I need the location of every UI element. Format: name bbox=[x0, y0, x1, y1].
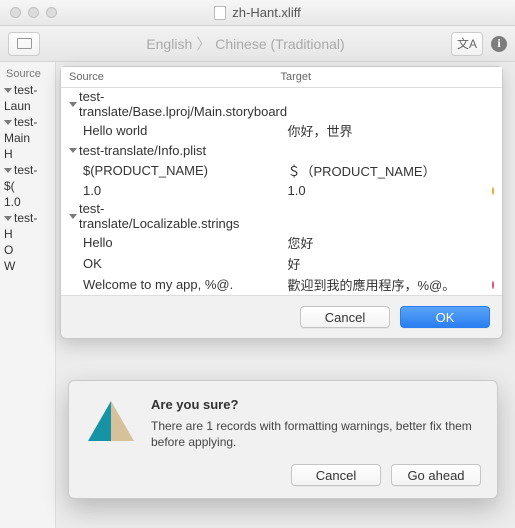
dialog-message: There are 1 records with formatting warn… bbox=[151, 418, 481, 450]
table-group[interactable]: test-translate/Base.lproj/Main.storyboar… bbox=[61, 88, 502, 120]
sidebar-item-label: test- bbox=[14, 211, 37, 225]
sidebar-item[interactable]: Laun bbox=[0, 98, 55, 114]
info-icon[interactable]: i bbox=[491, 36, 507, 52]
ok-button[interactable]: OK bbox=[400, 306, 490, 328]
table-group[interactable]: test-translate/Localizable.strings bbox=[61, 200, 502, 232]
cell-target: ＄（PRODUCT_NAME） bbox=[280, 160, 485, 181]
window-title: zh-Hant.xliff bbox=[0, 5, 515, 20]
window-title-text: zh-Hant.xliff bbox=[232, 5, 300, 20]
sidebar-item-label: $( bbox=[4, 179, 15, 193]
disclosure-triangle-icon[interactable] bbox=[69, 148, 77, 153]
disclosure-triangle-icon[interactable] bbox=[69, 102, 77, 107]
table-body: test-translate/Base.lproj/Main.storyboar… bbox=[61, 88, 502, 295]
dialog-confirm-button[interactable]: Go ahead bbox=[391, 464, 481, 486]
cell-source: 1.0 bbox=[61, 182, 280, 199]
sidebar-item-label: Main bbox=[4, 131, 30, 145]
sidebar-item[interactable]: test- bbox=[0, 162, 55, 178]
cell-source: Hello bbox=[61, 234, 280, 251]
sidebar-header: Source bbox=[0, 66, 55, 82]
popover-buttons: Cancel OK bbox=[61, 296, 502, 338]
sidebar-item[interactable]: H bbox=[0, 226, 55, 242]
cell-status bbox=[484, 186, 502, 196]
confirm-dialog: Are you sure? There are 1 records with f… bbox=[68, 380, 498, 499]
breadcrumb[interactable]: English 〉 Chinese (Traditional) bbox=[48, 33, 443, 54]
warning-dot-icon bbox=[492, 187, 494, 195]
group-title: test-translate/Localizable.strings bbox=[79, 201, 265, 231]
sidebar: Source test- Laun test- Main Htest- $( 1.0 test… bbox=[0, 62, 56, 528]
cell-target: 1.0 bbox=[280, 182, 485, 199]
cell-target: 您好 bbox=[280, 232, 485, 253]
sidebar-item-label: O bbox=[4, 243, 13, 257]
cell-status bbox=[484, 242, 502, 244]
sidebar-item[interactable]: Main bbox=[0, 130, 55, 146]
table-row[interactable]: $(PRODUCT_NAME)＄（PRODUCT_NAME） bbox=[61, 160, 502, 181]
sidebar-item[interactable]: test- bbox=[0, 82, 55, 98]
sidebar-list: test-Launtest-MainHtest-$(1.0test-HOW bbox=[0, 82, 55, 274]
cell-source: $(PRODUCT_NAME) bbox=[61, 162, 280, 179]
table-row[interactable]: OK好 bbox=[61, 253, 502, 274]
cell-status bbox=[484, 170, 502, 172]
sidebar-item-label: test- bbox=[14, 115, 37, 129]
table-row[interactable]: 1.01.0 bbox=[61, 181, 502, 200]
titlebar: zh-Hant.xliff bbox=[0, 0, 515, 26]
table-header: Source Target bbox=[61, 67, 502, 88]
sidebar-item[interactable]: $( bbox=[0, 178, 55, 194]
chevron-right-icon: 〉 bbox=[196, 33, 211, 54]
cell-target: 你好，世界 bbox=[280, 120, 485, 141]
translate-button[interactable]: 文A bbox=[451, 32, 483, 56]
sidebar-item[interactable]: O bbox=[0, 242, 55, 258]
disclosure-triangle-icon[interactable] bbox=[4, 88, 12, 93]
folder-icon bbox=[17, 38, 32, 49]
table-row[interactable]: Hello您好 bbox=[61, 232, 502, 253]
group-title: test-translate/Base.lproj/Main.storyboar… bbox=[79, 89, 287, 119]
open-folder-button[interactable] bbox=[8, 32, 40, 56]
cancel-button[interactable]: Cancel bbox=[300, 306, 390, 328]
sidebar-item[interactable]: W bbox=[0, 258, 55, 274]
sidebar-item-label: 1.0 bbox=[4, 195, 21, 209]
sidebar-item[interactable]: test- bbox=[0, 210, 55, 226]
cell-target: 歡迎到我的應用程序，%@。 bbox=[280, 274, 485, 295]
warning-dot-icon bbox=[492, 281, 494, 289]
dialog-title: Are you sure? bbox=[151, 397, 481, 412]
disclosure-triangle-icon[interactable] bbox=[4, 120, 12, 125]
document-icon bbox=[214, 6, 226, 20]
sidebar-item-label: W bbox=[4, 259, 15, 273]
breadcrumb-from: English bbox=[146, 36, 192, 52]
group-title: test-translate/Info.plist bbox=[79, 143, 206, 158]
sidebar-item[interactable]: 1.0 bbox=[0, 194, 55, 210]
cell-status bbox=[484, 263, 502, 265]
cell-target: 好 bbox=[280, 253, 485, 274]
sidebar-item[interactable]: test- bbox=[0, 114, 55, 130]
sidebar-item-label: Laun bbox=[4, 99, 31, 113]
breadcrumb-to: Chinese (Traditional) bbox=[215, 36, 344, 52]
table-group[interactable]: test-translate/Info.plist bbox=[61, 141, 502, 160]
cell-source: OK bbox=[61, 255, 280, 272]
translation-popover: Source Target test-translate/Base.lproj/… bbox=[60, 66, 503, 339]
sidebar-item-label: test- bbox=[14, 83, 37, 97]
dialog-cancel-button[interactable]: Cancel bbox=[291, 464, 381, 486]
sidebar-item-label: H bbox=[4, 147, 13, 161]
toolbar: English 〉 Chinese (Traditional) 文A i bbox=[0, 26, 515, 62]
disclosure-triangle-icon[interactable] bbox=[4, 168, 12, 173]
cell-status bbox=[484, 130, 502, 132]
sidebar-item[interactable]: H bbox=[0, 146, 55, 162]
header-target[interactable]: Target bbox=[273, 67, 485, 87]
table-row[interactable]: Welcome to my app, %@.歡迎到我的應用程序，%@。 bbox=[61, 274, 502, 295]
header-source[interactable]: Source bbox=[61, 67, 273, 87]
app-icon bbox=[85, 397, 137, 449]
cell-source: Welcome to my app, %@. bbox=[61, 276, 280, 293]
cell-status bbox=[484, 280, 502, 290]
disclosure-triangle-icon[interactable] bbox=[69, 214, 77, 219]
disclosure-triangle-icon[interactable] bbox=[4, 216, 12, 221]
cell-source: Hello world bbox=[61, 122, 280, 139]
sidebar-item-label: H bbox=[4, 227, 13, 241]
sidebar-item-label: test- bbox=[14, 163, 37, 177]
table-row[interactable]: Hello world你好，世界 bbox=[61, 120, 502, 141]
